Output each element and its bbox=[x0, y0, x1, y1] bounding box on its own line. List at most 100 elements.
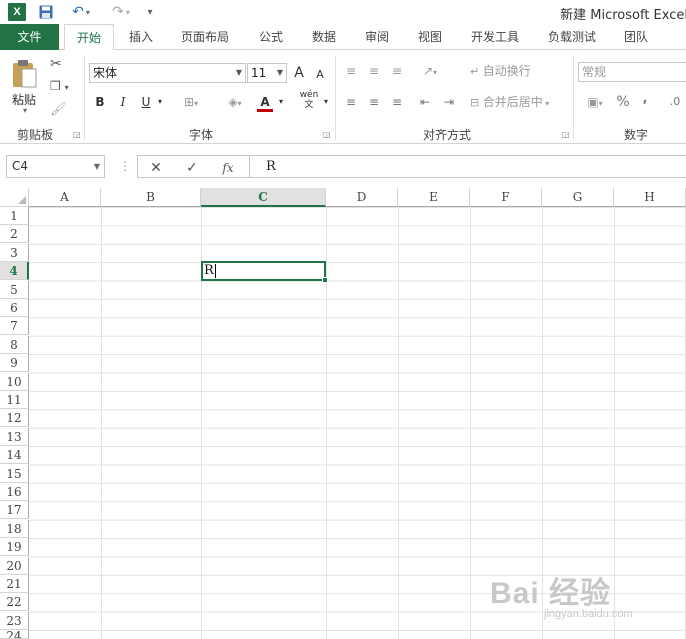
tab-home[interactable]: 开始 bbox=[64, 24, 114, 51]
clipboard-launcher-icon[interactable]: ◲ bbox=[73, 130, 81, 139]
paste-dropdown-icon[interactable]: ▾ bbox=[23, 106, 27, 115]
phonetic-dropdown-icon[interactable]: ▾ bbox=[321, 92, 331, 112]
grow-font-button[interactable]: A bbox=[290, 63, 308, 83]
row-header[interactable]: 1 bbox=[0, 207, 29, 225]
fill-handle[interactable] bbox=[322, 277, 328, 283]
row-header[interactable]: 19 bbox=[0, 538, 29, 557]
tab-data[interactable]: 数据 bbox=[303, 24, 345, 50]
italic-button[interactable]: I bbox=[114, 92, 132, 112]
tab-load-test[interactable]: 负载测试 bbox=[540, 24, 604, 50]
column-header-g[interactable]: G bbox=[542, 188, 614, 207]
row-header[interactable]: 12 bbox=[0, 409, 29, 428]
row-header[interactable]: 23 bbox=[0, 611, 29, 630]
excel-logo-icon[interactable]: X bbox=[8, 3, 26, 21]
tab-file[interactable]: 文件 bbox=[0, 24, 59, 50]
tab-review[interactable]: 审阅 bbox=[356, 24, 398, 50]
active-cell-value: R bbox=[204, 263, 214, 278]
tab-view[interactable]: 视图 bbox=[409, 24, 451, 50]
align-left-icon[interactable]: ≡ bbox=[342, 92, 360, 112]
cut-icon[interactable]: ✂ bbox=[50, 56, 66, 72]
merge-center-button[interactable]: ⊟ 合并后居中 ▾ bbox=[470, 92, 570, 112]
alignment-launcher-icon[interactable]: ◲ bbox=[562, 130, 570, 139]
font-color-dropdown-icon[interactable]: ▾ bbox=[276, 92, 286, 112]
row-header[interactable]: 15 bbox=[0, 464, 29, 483]
wrap-text-label: 自动换行 bbox=[482, 64, 531, 78]
enter-icon[interactable]: ✓ bbox=[182, 161, 202, 175]
align-bottom-icon[interactable]: ≡ bbox=[388, 61, 406, 81]
row-header[interactable]: 9 bbox=[0, 354, 29, 373]
shrink-font-button[interactable]: A bbox=[312, 65, 328, 85]
font-color-button[interactable]: A bbox=[256, 92, 274, 112]
column-header-c[interactable]: C bbox=[201, 188, 326, 207]
row-header[interactable]: 7 bbox=[0, 317, 29, 336]
column-header-b[interactable]: B bbox=[101, 188, 201, 207]
tab-developer[interactable]: 开发工具 bbox=[462, 24, 528, 50]
formula-input[interactable]: R bbox=[249, 155, 686, 178]
decrease-indent-icon[interactable]: ⇤ bbox=[416, 92, 434, 112]
tab-insert[interactable]: 插入 bbox=[120, 24, 162, 50]
align-right-icon[interactable]: ≡ bbox=[388, 92, 406, 112]
font-launcher-icon[interactable]: ◲ bbox=[323, 130, 331, 139]
copy-icon[interactable]: ❐ ▾ bbox=[50, 79, 76, 95]
format-painter-icon[interactable]: 🖌 bbox=[50, 102, 67, 118]
font-size-select[interactable]: 11 ▼ bbox=[247, 63, 287, 83]
font-name-select[interactable]: 宋体 ▼ bbox=[89, 63, 246, 83]
percent-button[interactable]: % bbox=[614, 92, 632, 112]
chevron-down-icon: ▼ bbox=[235, 68, 242, 77]
column-header-h[interactable]: H bbox=[614, 188, 686, 207]
row-header[interactable]: 8 bbox=[0, 335, 29, 354]
border-icon[interactable]: ⊞▾ bbox=[176, 92, 206, 112]
row-header[interactable]: 5 bbox=[0, 280, 29, 299]
row-header[interactable]: 22 bbox=[0, 593, 29, 612]
row-header[interactable]: 20 bbox=[0, 556, 29, 575]
fill-color-icon[interactable]: ◈▾ bbox=[220, 92, 250, 112]
tab-formulas[interactable]: 公式 bbox=[250, 24, 292, 50]
insert-function-icon[interactable]: fx bbox=[218, 161, 238, 175]
tab-team[interactable]: 团队 bbox=[614, 24, 658, 50]
align-center-icon[interactable]: ≡ bbox=[365, 92, 383, 112]
cancel-icon[interactable]: ✕ bbox=[146, 161, 166, 175]
column-header-f[interactable]: F bbox=[470, 188, 542, 207]
column-gridline bbox=[101, 207, 102, 639]
bold-button[interactable]: B bbox=[91, 92, 109, 112]
title-bar: X ↶ ▾ ↷ ▾ ▾ 新建 Microsoft Excel bbox=[0, 0, 686, 24]
row-header[interactable]: 14 bbox=[0, 446, 29, 465]
row-header[interactable]: 21 bbox=[0, 575, 29, 593]
formula-bar-resize-handle[interactable]: ⋮ bbox=[119, 159, 131, 173]
customize-dropdown-icon[interactable]: ▾ bbox=[144, 3, 156, 21]
currency-icon[interactable]: ▣▾ bbox=[580, 92, 610, 112]
underline-dropdown-icon[interactable]: ▾ bbox=[155, 92, 165, 112]
row-header[interactable]: 6 bbox=[0, 299, 29, 317]
increase-indent-icon[interactable]: ⇥ bbox=[440, 92, 458, 112]
row-header[interactable]: 10 bbox=[0, 372, 29, 391]
row-header[interactable]: 16 bbox=[0, 483, 29, 501]
tab-page-layout[interactable]: 页面布局 bbox=[172, 24, 238, 50]
active-cell-c4[interactable]: R bbox=[201, 261, 326, 281]
row-header[interactable]: 17 bbox=[0, 501, 29, 520]
select-all-corner[interactable] bbox=[0, 188, 29, 207]
row-header[interactable]: 24 bbox=[0, 630, 29, 639]
comma-style-button[interactable]: , bbox=[638, 88, 652, 108]
column-header-d[interactable]: D bbox=[326, 188, 398, 207]
row-header[interactable]: 2 bbox=[0, 225, 29, 244]
row-header[interactable]: 4 bbox=[0, 262, 29, 281]
redo-icon[interactable]: ↷ ▾ bbox=[106, 3, 136, 21]
align-top-icon[interactable]: ≡ bbox=[342, 61, 360, 81]
phonetic-guide-button[interactable]: wén 文 bbox=[296, 90, 322, 110]
underline-button[interactable]: U bbox=[137, 92, 155, 112]
number-format-select[interactable]: 常规 bbox=[578, 62, 686, 82]
increase-decimal-icon[interactable]: .0 bbox=[664, 92, 686, 112]
save-icon[interactable] bbox=[38, 3, 54, 21]
wrap-text-button[interactable]: ↵ 自动换行 bbox=[470, 61, 546, 81]
column-header-a[interactable]: A bbox=[29, 188, 101, 207]
row-header[interactable]: 11 bbox=[0, 391, 29, 409]
align-middle-icon[interactable]: ≡ bbox=[365, 61, 383, 81]
orientation-icon[interactable]: ↗▾ bbox=[416, 61, 444, 81]
row-header[interactable]: 3 bbox=[0, 243, 29, 262]
row-header[interactable]: 18 bbox=[0, 519, 29, 538]
column-header-e[interactable]: E bbox=[398, 188, 470, 207]
undo-icon[interactable]: ↶ ▾ bbox=[66, 3, 96, 21]
name-box[interactable]: C4 ▼ bbox=[6, 155, 105, 178]
row-header[interactable]: 13 bbox=[0, 427, 29, 446]
paste-icon[interactable] bbox=[12, 59, 38, 89]
